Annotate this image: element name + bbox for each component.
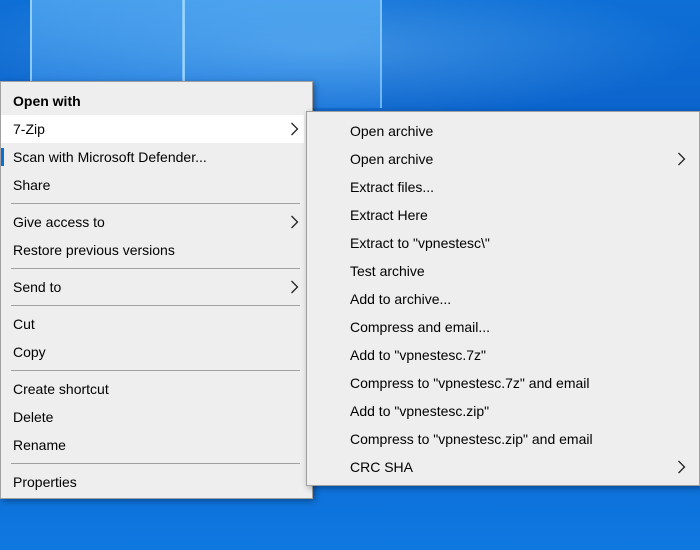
context-menu-item-scan-with-microsoft-defender[interactable]: Scan with Microsoft Defender... <box>1 143 312 171</box>
sevenzip-menu-item-test-archive[interactable]: Test archive <box>307 257 699 285</box>
sevenzip-menu-item-extract-here[interactable]: Extract Here <box>307 201 699 229</box>
context-menu-item-send-to-submenu[interactable]: Send to <box>1 273 312 301</box>
menu-separator <box>11 203 300 204</box>
sevenzip-menu-item-add-to-vpnestesc-7z[interactable]: Add to "vpnestesc.7z" <box>307 341 699 369</box>
file-context-menu: Open with 7-Zip Scan with Microsoft Defend… <box>0 81 313 499</box>
menu-item-label: Add to archive... <box>350 291 452 307</box>
menu-item-label: Copy <box>13 344 46 360</box>
menu-item-label: Compress to "vpnestesc.zip" and email <box>350 431 593 447</box>
menu-item-label: Extract files... <box>350 179 435 195</box>
context-menu-item-rename[interactable]: Rename <box>1 431 312 459</box>
context-menu-item-cut[interactable]: Cut <box>1 310 312 338</box>
sevenzip-menu-item-add-to-vpnestesc-zip[interactable]: Add to "vpnestesc.zip" <box>307 397 699 425</box>
context-menu-item-open-with[interactable]: Open with <box>1 87 312 115</box>
menu-item-label: Open archive <box>350 123 434 139</box>
menu-item-label: Extract to "vpnestesc\" <box>350 235 490 251</box>
menu-item-label: Add to "vpnestesc.7z" <box>350 347 487 363</box>
chevron-right-icon <box>677 453 687 481</box>
menu-separator <box>11 463 300 464</box>
sevenzip-menu-item-compress-to-vpnestesc-7z-and-email[interactable]: Compress to "vpnestesc.7z" and email <box>307 369 699 397</box>
menu-item-label: 7-Zip <box>13 121 45 137</box>
menu-item-label: Open archive <box>350 151 434 167</box>
context-menu-item-copy[interactable]: Copy <box>1 338 312 366</box>
menu-item-label: Compress to "vpnestesc.7z" and email <box>350 375 590 391</box>
sevenzip-menu-item-crc-sha-submenu[interactable]: CRC SHA <box>307 453 699 481</box>
menu-item-label: Test archive <box>350 263 425 279</box>
context-menu-item-delete[interactable]: Delete <box>1 403 312 431</box>
menu-item-label: Give access to <box>13 214 105 230</box>
context-menu-item-properties[interactable]: Properties <box>1 468 312 496</box>
menu-item-label: Open with <box>13 93 81 109</box>
sevenzip-menu-item-add-to-archive[interactable]: Add to archive... <box>307 285 699 313</box>
menu-separator <box>11 305 300 306</box>
menu-item-label: CRC SHA <box>350 459 414 475</box>
menu-item-label: Create shortcut <box>13 381 109 397</box>
sevenzip-menu-item-compress-and-email[interactable]: Compress and email... <box>307 313 699 341</box>
sevenzip-menu-item-open-archive-submenu[interactable]: Open archive <box>307 145 699 173</box>
menu-item-label: Add to "vpnestesc.zip" <box>350 403 490 419</box>
chevron-right-icon <box>290 208 300 236</box>
menu-item-label: Send to <box>13 279 62 295</box>
menu-item-label: Share <box>13 177 51 193</box>
context-menu-item-create-shortcut[interactable]: Create shortcut <box>1 375 312 403</box>
menu-separator <box>11 268 300 269</box>
menu-item-label: Properties <box>13 474 77 490</box>
context-menu-item-share[interactable]: Share <box>1 171 312 199</box>
sevenzip-menu-item-extract-files[interactable]: Extract files... <box>307 173 699 201</box>
chevron-right-icon <box>677 145 687 173</box>
menu-item-label: Cut <box>13 316 35 332</box>
menu-item-label: Extract Here <box>350 207 428 223</box>
context-menu-item-restore-previous-versions[interactable]: Restore previous versions <box>1 236 312 264</box>
sevenzip-menu-item-compress-to-vpnestesc-zip-and-email[interactable]: Compress to "vpnestesc.zip" and email <box>307 425 699 453</box>
menu-item-label: Restore previous versions <box>13 242 175 258</box>
menu-item-label: Rename <box>13 437 66 453</box>
context-menu-item-7-zip-submenu[interactable]: 7-Zip <box>1 115 304 143</box>
sevenzip-menu-item-open-archive[interactable]: Open archive <box>307 117 699 145</box>
menu-item-label: Scan with Microsoft Defender... <box>13 149 207 165</box>
sevenzip-menu-item-extract-to-vpnestesc[interactable]: Extract to "vpnestesc\" <box>307 229 699 257</box>
sevenzip-submenu: Open archive Open archive Extract files...… <box>306 111 700 486</box>
menu-item-label: Compress and email... <box>350 319 491 335</box>
menu-separator <box>11 370 300 371</box>
context-menu-item-give-access-to-submenu[interactable]: Give access to <box>1 208 312 236</box>
menu-item-label: Delete <box>13 409 54 425</box>
chevron-right-icon <box>290 273 300 301</box>
chevron-right-icon <box>290 115 300 143</box>
